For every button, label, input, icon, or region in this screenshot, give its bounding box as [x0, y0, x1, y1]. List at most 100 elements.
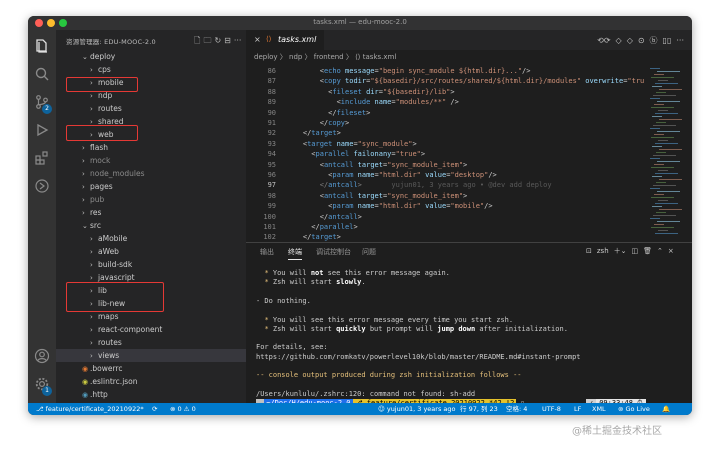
- new-folder-icon[interactable]: 🗀: [203, 36, 211, 45]
- problems-count[interactable]: ⊗ 0 ⚠ 0: [170, 403, 196, 415]
- tab-terminal[interactable]: 终端: [288, 247, 302, 260]
- new-file-icon[interactable]: 🗋: [194, 36, 200, 45]
- line-number: 99: [267, 202, 276, 211]
- code-line[interactable]: 91 </copy>: [246, 118, 350, 129]
- explorer-icon[interactable]: [34, 38, 50, 54]
- code-line[interactable]: 90 </fileset>: [246, 108, 371, 119]
- code-line[interactable]: 100 </antcall>: [246, 212, 362, 223]
- code-line[interactable]: 93 <target name="sync_module">: [246, 139, 417, 150]
- open-changes-icon[interactable]: ⊙: [638, 36, 645, 45]
- close-tab-icon[interactable]: ×: [254, 35, 261, 44]
- notifications-bell-icon[interactable]: 🔔: [662, 403, 670, 415]
- cursor-position[interactable]: 行 97, 列 23: [460, 403, 498, 415]
- split-terminal-icon[interactable]: ◫: [632, 247, 639, 255]
- code-line[interactable]: 89 <include name="modules/**" />: [246, 97, 459, 108]
- code-editor[interactable]: 86 <echo message="begin sync_module ${ht…: [246, 64, 646, 242]
- terminal-shell-label[interactable]: zsh: [597, 247, 609, 255]
- tree-item[interactable]: › node_modules: [56, 167, 246, 180]
- tree-item[interactable]: › pub: [56, 193, 246, 206]
- terminal-shell-icon: ⊡: [586, 247, 592, 255]
- tree-item-label: pub: [90, 195, 105, 204]
- language-mode[interactable]: XML: [592, 403, 606, 415]
- tree-item[interactable]: ◉ .http: [56, 388, 246, 401]
- tree-item[interactable]: › routes: [56, 102, 246, 115]
- minimap-line: [650, 68, 660, 69]
- explorer-actions: 🗋 🗀 ↻ ⊟ ···: [194, 35, 244, 49]
- go-live[interactable]: ⊚ Go Live: [618, 403, 650, 415]
- code-line[interactable]: 86 <echo message="begin sync_module ${ht…: [246, 66, 531, 77]
- minimap-line: [657, 101, 680, 102]
- code-text: </antcall> yujun01, 3 years ago • @dev a…: [319, 181, 552, 190]
- tree-item[interactable]: ⌄ deploy: [56, 50, 246, 63]
- split-editor-icon[interactable]: ▯▯: [663, 36, 672, 45]
- tab-tasks-xml[interactable]: × ⟨⟩ tasks.xml: [246, 30, 324, 50]
- code-line[interactable]: 87 <copy todir="${basedir}/src/routes/sh…: [246, 76, 645, 87]
- code-line[interactable]: 96 <param name="html.dir" value="desktop…: [246, 170, 497, 181]
- line-number: 95: [267, 160, 276, 169]
- next-change-icon[interactable]: ◇: [627, 36, 633, 45]
- annotation-box-mobile: [66, 77, 138, 92]
- code-line[interactable]: 92 </target>: [246, 128, 341, 139]
- code-line[interactable]: 101 </parallel>: [246, 222, 357, 233]
- minimap-line: [658, 230, 668, 231]
- close-panel-icon[interactable]: ×: [668, 247, 674, 255]
- more-actions-icon[interactable]: ···: [234, 36, 242, 45]
- extensions-icon[interactable]: [34, 150, 50, 166]
- minimap-line: [657, 221, 680, 222]
- tree-item[interactable]: › build-sdk: [56, 258, 246, 271]
- tree-item[interactable]: › routes: [56, 336, 246, 349]
- tab-output[interactable]: 输出: [260, 247, 274, 257]
- collapse-all-icon[interactable]: ⊟: [224, 36, 231, 45]
- terminal-line: -- console output produced during zsh in…: [256, 371, 522, 380]
- refresh-icon[interactable]: ↻: [214, 36, 221, 45]
- code-line[interactable]: 98 <antcall target="sync_module_item">: [246, 191, 468, 202]
- indentation[interactable]: 空格: 4: [506, 403, 527, 415]
- tree-item[interactable]: › aWeb: [56, 245, 246, 258]
- tree-item[interactable]: › react-component: [56, 323, 246, 336]
- git-branch[interactable]: ⎇ feature/certificate_20210922*: [36, 403, 144, 415]
- tree-item[interactable]: › flash: [56, 141, 246, 154]
- code-line[interactable]: 94 <parallel failonany="true">: [246, 149, 426, 160]
- tree-item[interactable]: ◉ .bowerrc: [56, 362, 246, 375]
- code-text: </fileset>: [286, 108, 371, 117]
- line-number: 88: [267, 87, 276, 96]
- search-icon[interactable]: [34, 66, 50, 82]
- sync-icon[interactable]: ⟳: [152, 403, 157, 415]
- compare-icon[interactable]: ⟲⟳: [597, 36, 610, 45]
- tree-item-label: routes: [98, 338, 122, 347]
- tree-item[interactable]: ◉ .eslintrc.json: [56, 375, 246, 388]
- tree-item[interactable]: › pages: [56, 180, 246, 193]
- tree-item[interactable]: › cps: [56, 63, 246, 76]
- previous-change-icon[interactable]: ◇: [616, 36, 622, 45]
- minimap-line: [659, 209, 682, 210]
- terminal-line: https://github.com/romkatv/powerlevel10k…: [256, 352, 581, 361]
- code-line[interactable]: 99 <param name="html.dir" value="mobile"…: [246, 201, 493, 212]
- account-icon[interactable]: [34, 348, 50, 364]
- new-terminal-icon[interactable]: ＋⌄: [614, 247, 627, 255]
- run-debug-icon[interactable]: [34, 122, 50, 138]
- encoding[interactable]: UTF-8: [542, 403, 561, 415]
- more-actions-icon[interactable]: ···: [676, 36, 684, 45]
- status-bar: ⎇ feature/certificate_20210922* ⟳ ⊗ 0 ⚠ …: [28, 403, 692, 415]
- tree-item[interactable]: › views: [56, 349, 246, 362]
- git-blame[interactable]: ☺ yujun01, 3 years ago: [378, 403, 456, 415]
- tree-item[interactable]: › res: [56, 206, 246, 219]
- code-line[interactable]: 88 <fileset dir="${basedir}/lib">: [246, 87, 455, 98]
- remote-explorer-icon[interactable]: [34, 178, 50, 194]
- kill-terminal-icon[interactable]: 🗑: [643, 247, 652, 255]
- tab-debug-console[interactable]: 调试控制台: [316, 247, 351, 257]
- minimap[interactable]: [646, 64, 692, 242]
- end-of-line[interactable]: LF: [574, 403, 581, 415]
- code-line[interactable]: 97 </antcall> yujun01, 3 years ago • @de…: [246, 180, 552, 191]
- maximize-panel-icon[interactable]: ⌃: [657, 247, 663, 255]
- code-line[interactable]: 95 <antcall target="sync_module_item">: [246, 160, 468, 171]
- minimap-line: [651, 167, 674, 168]
- breadcrumb[interactable]: deploy 〉 ndp 〉 frontend 〉 ⟨⟩ tasks.xml: [246, 50, 692, 64]
- tree-item[interactable]: › aMobile: [56, 232, 246, 245]
- tree-item[interactable]: ⌄ src: [56, 219, 246, 232]
- tree-item-label: build-sdk: [98, 260, 133, 269]
- tab-problems[interactable]: 问题: [362, 247, 376, 257]
- timeline-icon[interactable]: ⓑ: [650, 36, 658, 45]
- tree-item[interactable]: › mock: [56, 154, 246, 167]
- tree-item-label: res: [90, 208, 102, 217]
